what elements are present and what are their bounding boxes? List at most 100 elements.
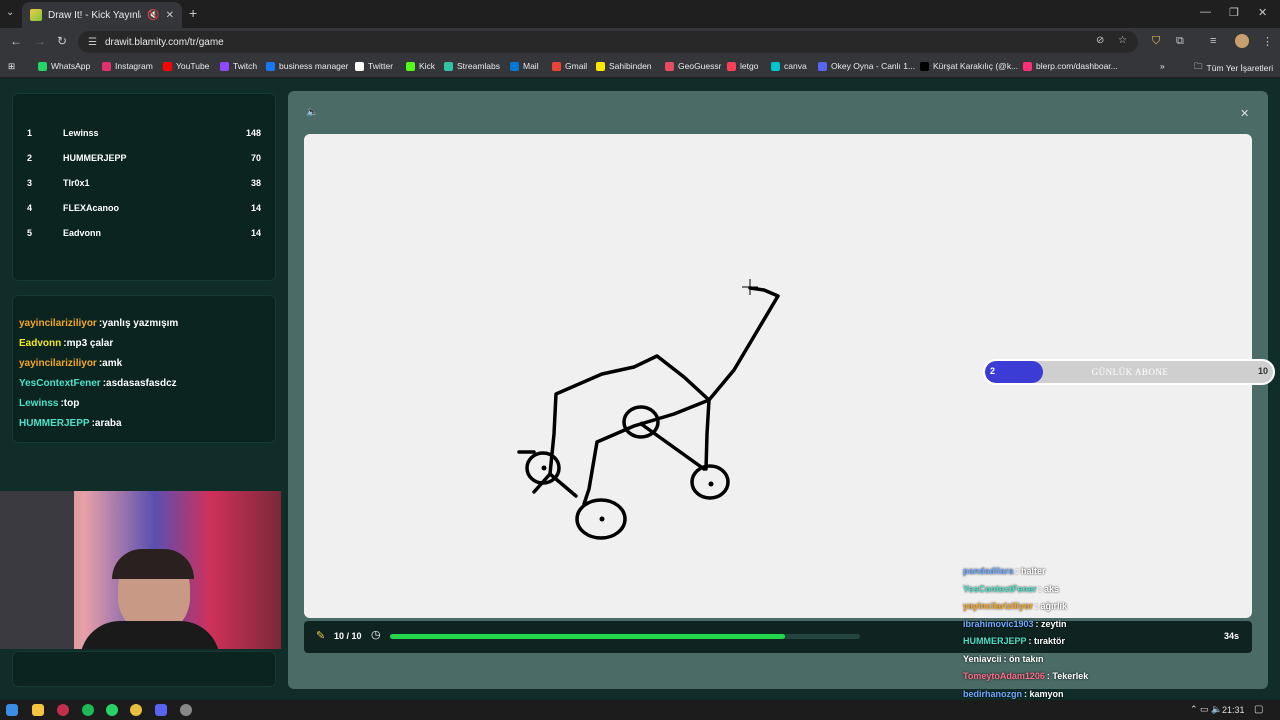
media-icon[interactable]: ≡	[1210, 35, 1216, 47]
bookmark-item[interactable]: Gmail	[552, 61, 587, 71]
obs-icon[interactable]	[180, 704, 192, 716]
overlay-chat-username: yayincilariziliyor	[963, 601, 1034, 611]
restore-icon[interactable]: ❐	[1229, 6, 1239, 19]
chat-username[interactable]: Lewinss	[19, 398, 58, 409]
overlay-chat-text: : Tekerlek	[1046, 671, 1089, 681]
leaderboard-score: 148	[245, 128, 261, 138]
back-icon[interactable]: ←	[10, 34, 22, 48]
bookmark-item[interactable]: Okey Oyna - Canlı 1...	[818, 61, 915, 71]
bookmark-item[interactable]: Mail	[510, 61, 539, 71]
bookmark-label: Streamlabs	[457, 61, 500, 71]
folder-icon: 🗀	[1194, 61, 1203, 71]
reload-icon[interactable]: ↻	[57, 34, 67, 48]
minimize-icon[interactable]: —	[1200, 6, 1211, 18]
pencil-icon: ✎	[316, 630, 326, 642]
chrome-icon[interactable]	[130, 704, 142, 716]
menu-icon[interactable]: ⋮	[1262, 35, 1273, 48]
bookmark-item[interactable]: Twitter	[355, 61, 393, 71]
extension-shield-icon[interactable]: ⛉	[1152, 35, 1160, 48]
bookmark-label: blerp.com/dashboar...	[1036, 61, 1118, 71]
bookmark-item[interactable]: Kick	[406, 61, 435, 71]
tray-icons[interactable]: ⌃ ▭ 🔈	[1190, 704, 1222, 715]
bookmark-item[interactable]: Twitch	[220, 61, 257, 71]
chat-username[interactable]: Eadvonn	[19, 338, 61, 349]
leaderboard-rank: 5	[27, 228, 33, 238]
overlay-chat-message: yayincilariziliyor : ağırlık	[963, 601, 1067, 611]
chat-text: :araba	[91, 418, 122, 429]
bookmark-item[interactable]: blerp.com/dashboar...	[1023, 61, 1118, 71]
overlay-chat-message: Yeniavcii : ön takın	[963, 654, 1044, 664]
leaderboard-rank: 1	[27, 128, 33, 138]
close-window-icon[interactable]: ✕	[1258, 6, 1267, 19]
bookmark-item[interactable]: GeoGuessr	[665, 61, 721, 71]
drawing-frame-stroke	[582, 398, 711, 506]
bookmark-label: Instagram	[115, 61, 153, 71]
browser-tab[interactable]: Draw It! - Kick Yayınları İçin 🔇 ✕	[22, 2, 182, 28]
leaderboard-row: 3 Tlr0x1 38	[27, 175, 261, 191]
chat-username[interactable]: HUMMERJEPP	[19, 418, 90, 429]
overlay-chat-text: : kamyon	[1024, 688, 1064, 699]
chat-username[interactable]: yayincilariziliyor	[19, 318, 97, 329]
bookmark-item[interactable]: Streamlabs	[444, 61, 500, 71]
all-bookmarks[interactable]: 🗀 Tüm Yer İşaretleri	[1194, 61, 1273, 75]
bookmark-item[interactable]: WhatsApp	[38, 61, 90, 71]
bookmark-favicon-icon	[102, 61, 111, 71]
apps-icon[interactable]: ⊞	[8, 61, 15, 72]
notification-icon[interactable]: ▢	[1254, 704, 1263, 715]
bookmark-label: GeoGuessr	[678, 61, 722, 71]
profile-avatar[interactable]	[1235, 34, 1249, 48]
site-info-icon[interactable]: ☰	[88, 37, 97, 48]
new-tab-icon[interactable]: +	[189, 5, 197, 21]
overlay-chat-message: HUMMERJEPP : tıraktör	[963, 636, 1065, 646]
tab-search-icon[interactable]: ⌄	[6, 7, 14, 18]
leaderboard-name: HUMMERJEPP	[63, 153, 127, 163]
webcam-person-body	[80, 621, 220, 649]
chat-username[interactable]: YesContextFener	[19, 378, 101, 389]
close-game-icon[interactable]: ✕	[1240, 107, 1249, 120]
bookmark-item[interactable]: letgo	[727, 61, 758, 71]
bookmark-label: Gmail	[565, 61, 588, 71]
leaderboard-name: Tlr0x1	[63, 178, 90, 188]
bookmark-star-icon[interactable]: ☆	[1118, 35, 1127, 46]
bookmark-item[interactable]: Kürşat Karakılıç (@k...	[920, 61, 1018, 71]
bookmark-label: Mail	[523, 61, 539, 71]
bookmark-label: Kürşat Karakılıç (@k...	[933, 61, 1019, 71]
eye-off-icon[interactable]: ⊘	[1096, 35, 1104, 46]
bookmark-label: Twitch	[233, 61, 258, 71]
address-bar[interactable]: ☰ drawit.blamity.com/tr/game ⊘ ☆	[78, 31, 1138, 53]
bookmark-favicon-icon	[727, 61, 736, 71]
extensions-icon[interactable]: ⧉	[1176, 35, 1184, 48]
bookmark-label: Twitter	[368, 61, 394, 71]
webcam-overlay	[0, 491, 281, 649]
sound-icon[interactable]: 🔈	[306, 107, 318, 118]
bookmark-item[interactable]: business manager	[266, 61, 348, 71]
chat-text: :asdasasfasdcz	[102, 378, 177, 389]
tab-title: Draw It! - Kick Yayınları İçin	[48, 9, 141, 21]
forward-icon[interactable]: →	[34, 34, 46, 48]
leaderboard-row: 4 FLEXAcanoo 14	[27, 200, 261, 216]
leaderboard-row: 1 Lewinss 148	[27, 125, 261, 141]
windows-start-icon[interactable]	[6, 704, 18, 716]
bookmark-item[interactable]: canva	[771, 61, 807, 71]
mute-tab-icon[interactable]: 🔇	[147, 10, 159, 21]
drawit-favicon	[30, 9, 42, 21]
bookmark-label: WhatsApp	[51, 61, 91, 71]
leaderboard-name: Eadvonn	[63, 228, 102, 238]
overlay-chat-username: HUMMERJEPP	[963, 636, 1027, 646]
overlay-chat-text: : ağırlık	[1035, 601, 1068, 611]
close-tab-icon[interactable]: ✕	[166, 10, 174, 21]
bookmark-item[interactable]: YouTube	[163, 61, 209, 71]
discord-icon[interactable]	[155, 704, 167, 716]
app-icon[interactable]	[57, 704, 69, 716]
leaderboard-name: FLEXAcanoo	[63, 203, 120, 213]
more-bookmarks-icon[interactable]: »	[1160, 61, 1165, 71]
chat-username[interactable]: yayincilariziliyor	[19, 358, 97, 369]
windows-taskbar: ⌃ ▭ 🔈 21:31 ▢	[0, 700, 1280, 720]
whatsapp-icon[interactable]	[106, 704, 118, 716]
bookmark-item[interactable]: Instagram	[102, 61, 153, 71]
bookmark-item[interactable]: Sahibinden	[596, 61, 652, 71]
file-explorer-icon[interactable]	[32, 704, 44, 716]
leaderboard-score: 38	[250, 178, 261, 188]
spotify-icon[interactable]	[82, 704, 94, 716]
chat-message: Lewinss:top	[19, 398, 79, 409]
